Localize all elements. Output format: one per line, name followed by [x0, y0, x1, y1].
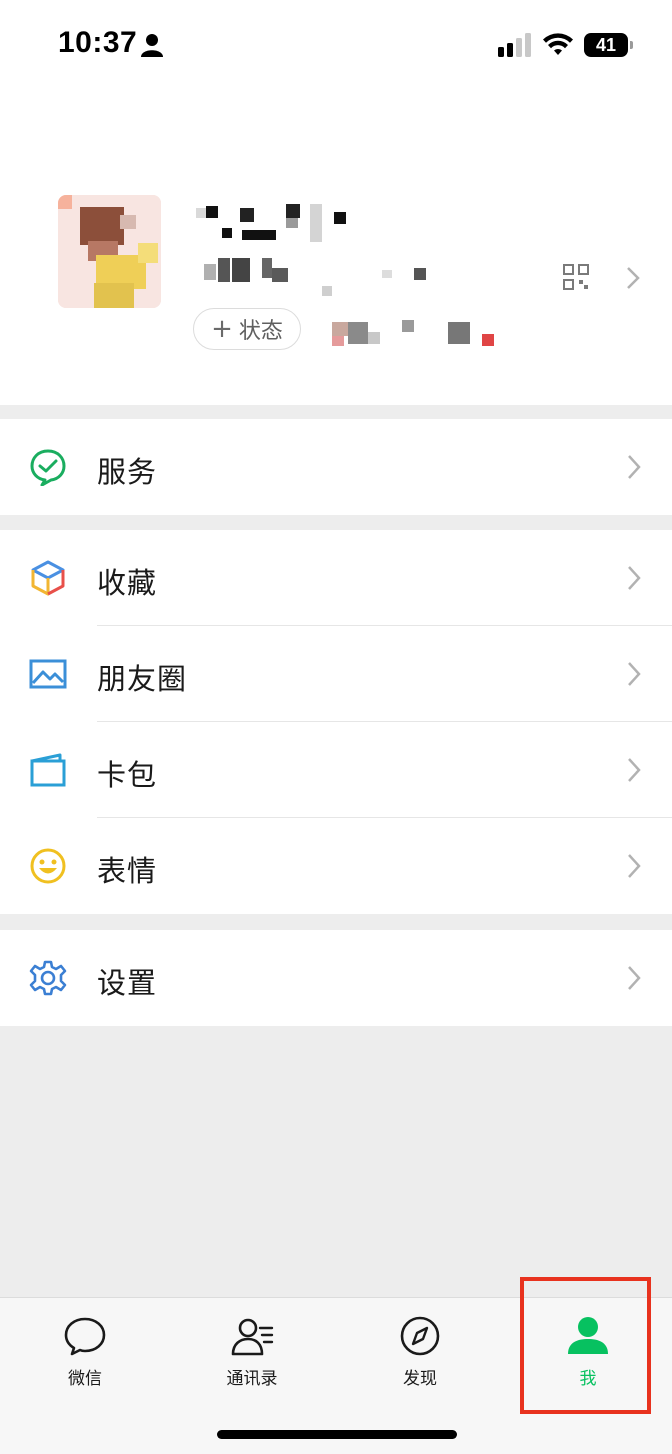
menu-item-cards[interactable]: 卡包 — [0, 722, 672, 818]
avatar[interactable] — [58, 195, 161, 308]
menu-item-moments[interactable]: 朋友圈 — [0, 626, 672, 722]
tab-contacts[interactable]: 通讯录 — [202, 1314, 302, 1394]
chevron-right-icon — [628, 854, 641, 878]
chevron-right-icon — [628, 966, 641, 990]
home-indicator — [217, 1430, 457, 1439]
plus-icon: + — [211, 314, 233, 344]
status-bar: 10:37 41 — [0, 0, 672, 92]
chevron-right-icon — [628, 758, 641, 782]
add-status-label: 状态 — [238, 319, 283, 344]
battery-indicator: 41 — [584, 33, 633, 57]
chevron-right-icon — [628, 566, 641, 590]
stickers-label: 表情 — [97, 854, 158, 888]
highlight-annotation-box — [520, 1277, 651, 1414]
menu-group-services: 服务 — [0, 419, 672, 515]
chevron-right-icon — [628, 455, 641, 479]
settings-label: 设置 — [97, 966, 158, 1000]
menu-item-settings[interactable]: 设置 — [0, 930, 672, 1026]
moments-label: 朋友圈 — [97, 662, 188, 696]
gear-icon — [29, 960, 67, 996]
tab-chats-label: 微信 — [68, 1369, 102, 1389]
compass-icon — [400, 1316, 440, 1356]
add-status-button[interactable]: + 状态 — [193, 308, 301, 350]
services-label: 服务 — [97, 455, 158, 489]
tab-discover-label: 发现 — [403, 1369, 437, 1389]
chevron-right-icon[interactable] — [625, 266, 641, 290]
tab-discover[interactable]: 发现 — [370, 1314, 470, 1394]
qr-code-icon[interactable] — [563, 264, 589, 290]
profile-header[interactable]: + 状态 — [0, 92, 672, 405]
tab-chats[interactable]: 微信 — [35, 1314, 135, 1394]
chevron-right-icon — [628, 662, 641, 686]
menu-item-favorites[interactable]: 收藏 — [0, 530, 672, 626]
menu-group-main: 收藏 朋友圈 卡包 表情 — [0, 530, 672, 914]
contacts-icon — [231, 1318, 274, 1356]
wallet-card-icon — [30, 753, 66, 787]
wifi-icon — [543, 33, 573, 55]
services-icon — [30, 449, 66, 486]
menu-group-settings: 设置 — [0, 930, 672, 1026]
favorites-label: 收藏 — [97, 566, 158, 600]
menu-item-services[interactable]: 服务 — [0, 419, 672, 515]
status-time: 10:37 — [58, 26, 138, 59]
chat-bubble-icon — [64, 1317, 106, 1356]
tab-contacts-label: 通讯录 — [226, 1369, 278, 1389]
person-status-icon — [141, 34, 163, 57]
menu-item-stickers[interactable]: 表情 — [0, 818, 672, 914]
favorites-cube-icon — [31, 560, 65, 596]
smiley-face-icon — [30, 848, 66, 884]
cellular-signal-icon — [498, 33, 531, 57]
moments-picture-icon — [29, 659, 67, 689]
cards-label: 卡包 — [97, 758, 158, 792]
status-indicators: 41 — [498, 30, 633, 60]
